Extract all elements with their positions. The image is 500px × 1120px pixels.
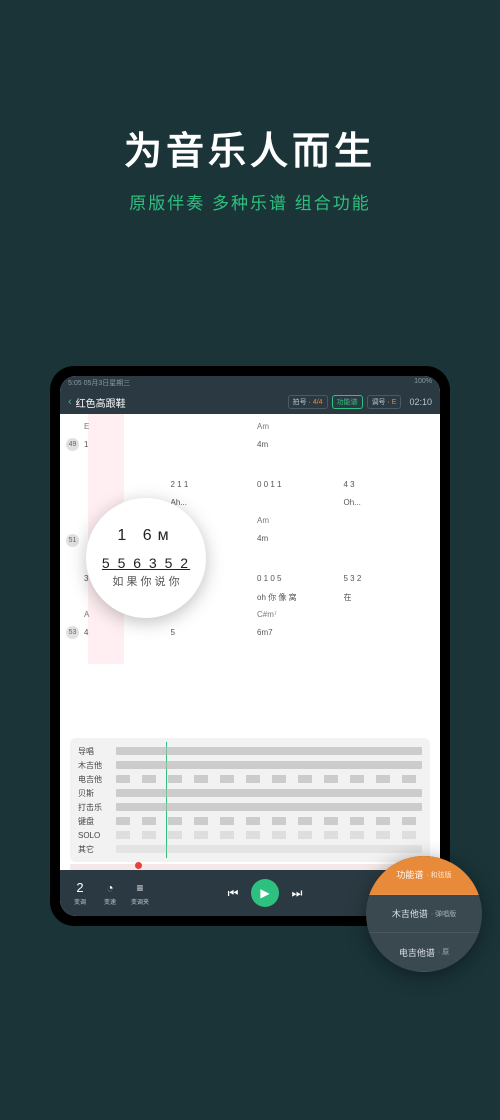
bar-number: 53: [66, 626, 79, 639]
hero-subtitle: 原版伴奏 多种乐谱 组合功能: [0, 189, 500, 214]
speedometer-icon: ◔: [106, 881, 113, 895]
track-label[interactable]: 打击乐: [78, 802, 116, 813]
skip-forward-icon: ⏭: [292, 886, 303, 901]
track-wave: [116, 803, 422, 811]
tablet-screen: 5:05 05月3日星期三 100% ‹ 红色高跟鞋 拍号 · 4/4 功能谱 …: [60, 376, 440, 916]
track-wave: [116, 775, 422, 783]
notation: 0 0 1 1: [257, 480, 344, 496]
magnifier-text: 如 果 你 说 你: [112, 573, 179, 589]
lyric: Oh...: [344, 498, 431, 514]
magnifier-nums: 5 5 6 3 5 2: [102, 555, 190, 571]
notation: 4m: [257, 534, 344, 550]
track-wave: [116, 789, 422, 797]
popup-item-electric[interactable]: 电吉他谱· 原: [366, 933, 482, 972]
track-label[interactable]: 电吉他: [78, 774, 116, 785]
status-battery: 100%: [414, 378, 432, 388]
chord: Am: [257, 516, 344, 532]
notation: 4 3: [344, 480, 431, 496]
tracks-panel[interactable]: 导唱 木吉他 电吉他 贝斯 打击乐 键盘 SOLO 其它: [70, 738, 430, 862]
timeline[interactable]: [70, 864, 430, 870]
capo-control[interactable]: ≡ 变调夹: [128, 881, 152, 906]
notation: 4m: [257, 440, 344, 456]
notation: 5: [171, 628, 258, 644]
track-wave: [116, 817, 422, 825]
score-area[interactable]: 49 51 53 EAm 14m 2 1 10 0 1 14 3 Ah...Oh…: [60, 414, 440, 734]
notation: 5 3 2: [344, 574, 431, 590]
tempo-control[interactable]: ◔ 变速: [98, 881, 122, 906]
magnifier-lens: 1 6м 5 5 6 3 5 2 如 果 你 说 你: [86, 498, 206, 618]
track-label[interactable]: 木吉他: [78, 760, 116, 771]
play-icon: ▶: [260, 886, 269, 900]
transpose-label: 变调: [74, 897, 86, 906]
track-wave: [116, 845, 422, 853]
popup-item-acoustic[interactable]: 木吉他谱· 弹唱版: [366, 895, 482, 934]
track-label[interactable]: 键盘: [78, 816, 116, 827]
track-label[interactable]: 其它: [78, 844, 116, 855]
badge-mode[interactable]: 功能谱: [332, 395, 363, 409]
track-label[interactable]: 导唱: [78, 746, 116, 757]
track-wave: [116, 761, 422, 769]
score-type-popup: 功能谱· 和弦版 木吉他谱· 弹唱版 电吉他谱· 原: [366, 856, 482, 972]
capo-icon: ≡: [136, 881, 143, 895]
skip-back-icon: ⏮: [228, 886, 239, 901]
bar-number: 51: [66, 534, 79, 547]
transpose-control[interactable]: 2 变调: [68, 880, 92, 906]
transpose-value: 2: [76, 880, 83, 895]
song-title: 红色高跟鞋: [76, 395, 284, 410]
capo-label: 变调夹: [131, 897, 149, 906]
play-button[interactable]: ▶: [251, 879, 279, 907]
status-bar: 5:05 05月3日星期三 100%: [60, 376, 440, 390]
badge-key[interactable]: 调号 · E: [367, 395, 402, 409]
notation: 6m7: [257, 628, 344, 644]
status-time: 5:05 05月3日星期三: [68, 378, 130, 388]
time-display: 02:10: [409, 397, 432, 407]
track-label[interactable]: 贝斯: [78, 788, 116, 799]
lyric: oh 你 像 窝: [257, 592, 344, 608]
playhead[interactable]: [166, 742, 167, 858]
notation: 2 1 1: [171, 480, 258, 496]
magnifier-top: 1 6м: [117, 527, 174, 545]
hero-title: 为音乐人而生: [0, 120, 500, 175]
chord: C#m⁷: [257, 610, 344, 626]
prev-button[interactable]: ⏮: [221, 886, 245, 901]
tablet-frame: 5:05 05月3日星期三 100% ‹ 红色高跟鞋 拍号 · 4/4 功能谱 …: [50, 366, 450, 926]
lyric: 在: [344, 592, 431, 608]
header-bar: ‹ 红色高跟鞋 拍号 · 4/4 功能谱 调号 · E 02:10: [60, 390, 440, 414]
notation: 0 1 0 5: [257, 574, 344, 590]
bar-number: 49: [66, 438, 79, 451]
tempo-label: 变速: [104, 897, 116, 906]
chord: Am: [257, 422, 344, 438]
track-label[interactable]: SOLO: [78, 831, 116, 840]
badge-timesig[interactable]: 拍号 · 4/4: [288, 395, 328, 409]
next-button[interactable]: ⏭: [285, 886, 309, 901]
back-button[interactable]: ‹: [68, 396, 72, 408]
track-wave: [116, 747, 422, 755]
track-wave: [116, 831, 422, 839]
